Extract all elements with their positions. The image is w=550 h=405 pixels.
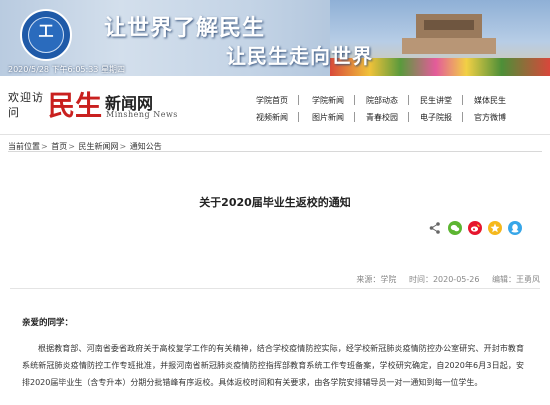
slogan-line-1: 让世界了解民生 <box>104 15 266 41</box>
breadcrumb-divider <box>8 151 542 152</box>
current-datetime: 2020/5/28 下午6:05:33 星期四 <box>8 65 125 74</box>
nav-e-paper[interactable]: 电子院报 <box>420 112 452 123</box>
nav-college-news[interactable]: 学院新闻 <box>312 95 344 106</box>
nav-minsheng-lecture[interactable]: 民生讲堂 <box>420 95 452 106</box>
wechat-icon[interactable] <box>448 221 462 235</box>
article-editor: 编辑：王勇风 <box>492 275 540 284</box>
campus-building-image <box>402 14 496 54</box>
brand-main: 民生 <box>48 91 102 122</box>
brand-english: Minsheng News <box>106 110 178 119</box>
article-body: 根据教育部、河南省委省政府关于高校复学工作的有关精神，结合学校疫情防控实际，经学… <box>22 344 524 387</box>
nav-youth-campus[interactable]: 青春校园 <box>366 112 398 123</box>
breadcrumb-news-site[interactable]: 民生新闻网 <box>79 142 119 151</box>
slogan-line-2: 让民生走向世界 <box>226 44 373 68</box>
welcome-text: 欢迎访问 <box>8 91 44 119</box>
nav-official-weibo[interactable]: 官方微博 <box>474 112 506 123</box>
article-greeting: 亲爱的同学： <box>22 318 74 328</box>
header-divider <box>0 134 550 135</box>
breadcrumb-notices[interactable]: 通知公告 <box>130 142 162 151</box>
site-header: 欢迎访问 民生 新闻网 Minsheng News 学院首页 学院新闻 院部动态… <box>0 78 550 130</box>
nav-college-home[interactable]: 学院首页 <box>256 95 288 106</box>
nav-dept-news[interactable]: 院部动态 <box>366 95 398 106</box>
qzone-icon[interactable] <box>488 221 502 235</box>
nav-video-news[interactable]: 视频新闻 <box>256 112 288 123</box>
share-icon[interactable] <box>428 221 442 235</box>
meta-divider <box>10 288 540 289</box>
article-title: 关于2020届毕业生返校的通知 <box>199 196 351 209</box>
article-source: 来源：学院 <box>356 275 397 284</box>
breadcrumb-home[interactable]: 首页 <box>51 142 67 151</box>
university-logo[interactable]: 工 <box>20 9 72 61</box>
article-time: 时间：2020-05-26 <box>408 275 480 284</box>
weibo-icon[interactable] <box>468 221 482 235</box>
nav-photo-news[interactable]: 图片新闻 <box>312 112 344 123</box>
breadcrumb-label: 当前位置 <box>8 142 40 151</box>
logo-glyph: 工 <box>38 22 54 40</box>
nav-media-minsheng[interactable]: 媒体民生 <box>474 95 506 106</box>
top-banner: 工 让世界了解民生 让民生走向世界 2020/5/28 下午6:05:33 星期… <box>0 0 550 76</box>
qq-icon[interactable] <box>508 221 522 235</box>
article-meta: 来源：学院 时间：2020-05-26 编辑：王勇风 <box>0 274 540 285</box>
